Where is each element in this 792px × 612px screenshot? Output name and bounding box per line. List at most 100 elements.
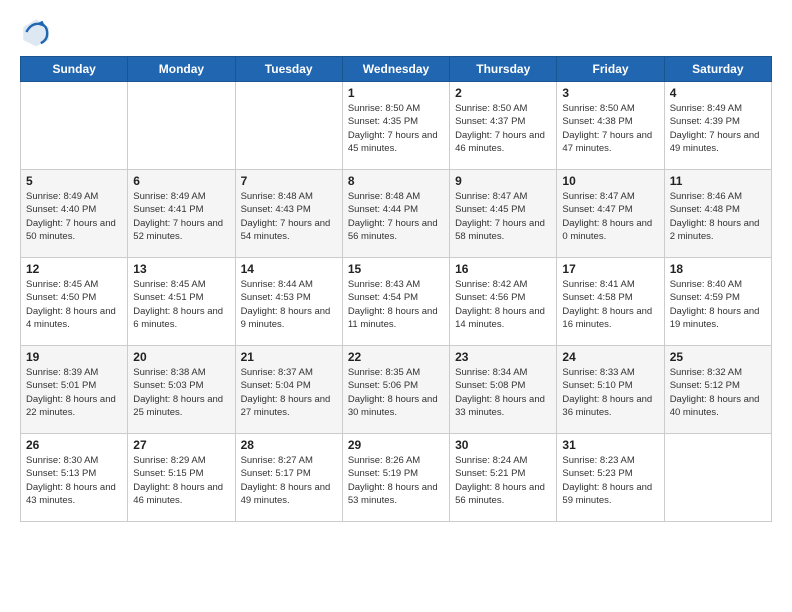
day-number: 8: [348, 174, 444, 188]
cell-text: Sunrise: 8:39 AM Sunset: 5:01 PM Dayligh…: [26, 366, 122, 419]
weekday-header-monday: Monday: [128, 57, 235, 82]
calendar-cell: 28 Sunrise: 8:27 AM Sunset: 5:17 PM Dayli…: [235, 434, 342, 522]
logo: [20, 16, 56, 48]
cell-text: Sunrise: 8:38 AM Sunset: 5:03 PM Dayligh…: [133, 366, 229, 419]
cell-text: Sunrise: 8:50 AM Sunset: 4:35 PM Dayligh…: [348, 102, 444, 155]
cell-text: Sunrise: 8:26 AM Sunset: 5:19 PM Dayligh…: [348, 454, 444, 507]
day-number: 25: [670, 350, 766, 364]
calendar-cell: 15 Sunrise: 8:43 AM Sunset: 4:54 PM Dayli…: [342, 258, 449, 346]
weekday-header-sunday: Sunday: [21, 57, 128, 82]
calendar-cell: 5 Sunrise: 8:49 AM Sunset: 4:40 PM Daylig…: [21, 170, 128, 258]
calendar-cell: 6Sunrise: 8:49 AM Sunset: 4:41 PM Daylig…: [128, 170, 235, 258]
calendar-cell: 25 Sunrise: 8:32 AM Sunset: 5:12 PM Dayli…: [664, 346, 771, 434]
day-number: 22: [348, 350, 444, 364]
calendar-cell: 21 Sunrise: 8:37 AM Sunset: 5:04 PM Dayli…: [235, 346, 342, 434]
calendar-cell: 27Sunrise: 8:29 AM Sunset: 5:15 PM Dayli…: [128, 434, 235, 522]
day-number: 13: [133, 262, 229, 276]
cell-text: Sunrise: 8:49 AM Sunset: 4:40 PM Dayligh…: [26, 190, 122, 243]
day-number: 20: [133, 350, 229, 364]
cell-text: Sunrise: 8:45 AM Sunset: 4:51 PM Dayligh…: [133, 278, 229, 331]
day-number: 28: [241, 438, 337, 452]
cell-text: Sunrise: 8:42 AM Sunset: 4:56 PM Dayligh…: [455, 278, 551, 331]
day-number: 1: [348, 86, 444, 100]
cell-text: Sunrise: 8:35 AM Sunset: 5:06 PM Dayligh…: [348, 366, 444, 419]
calendar-cell: 12Sunrise: 8:45 AM Sunset: 4:50 PM Dayli…: [21, 258, 128, 346]
calendar-table: SundayMondayTuesdayWednesdayThursdayFrid…: [20, 56, 772, 522]
cell-text: Sunrise: 8:46 AM Sunset: 4:48 PM Dayligh…: [670, 190, 766, 243]
calendar-cell: 18 Sunrise: 8:40 AM Sunset: 4:59 PM Dayli…: [664, 258, 771, 346]
day-number: 16: [455, 262, 551, 276]
weekday-header-thursday: Thursday: [450, 57, 557, 82]
cell-text: Sunrise: 8:40 AM Sunset: 4:59 PM Dayligh…: [670, 278, 766, 331]
calendar-cell: [235, 82, 342, 170]
weekday-header-friday: Friday: [557, 57, 664, 82]
cell-text: Sunrise: 8:47 AM Sunset: 4:45 PM Dayligh…: [455, 190, 551, 243]
day-number: 7: [241, 174, 337, 188]
calendar-cell: 20 Sunrise: 8:38 AM Sunset: 5:03 PM Dayli…: [128, 346, 235, 434]
day-number: 9: [455, 174, 551, 188]
cell-text: Sunrise: 8:47 AM Sunset: 4:47 PM Dayligh…: [562, 190, 658, 243]
cell-text: Sunrise: 8:24 AM Sunset: 5:21 PM Dayligh…: [455, 454, 551, 507]
day-number: 26: [26, 438, 122, 452]
calendar-cell: 31 Sunrise: 8:23 AM Sunset: 5:23 PM Dayli…: [557, 434, 664, 522]
day-number: 17: [562, 262, 658, 276]
day-number: 30: [455, 438, 551, 452]
cell-text: Sunrise: 8:50 AM Sunset: 4:37 PM Dayligh…: [455, 102, 551, 155]
calendar-cell: [21, 82, 128, 170]
cell-text: Sunrise: 8:33 AM Sunset: 5:10 PM Dayligh…: [562, 366, 658, 419]
day-number: 14: [241, 262, 337, 276]
calendar-week-0: 1 Sunrise: 8:50 AM Sunset: 4:35 PM Daylig…: [21, 82, 772, 170]
day-number: 12: [26, 262, 122, 276]
cell-text: Sunrise: 8:48 AM Sunset: 4:43 PM Dayligh…: [241, 190, 337, 243]
calendar-cell: 1 Sunrise: 8:50 AM Sunset: 4:35 PM Daylig…: [342, 82, 449, 170]
calendar-cell: 30 Sunrise: 8:24 AM Sunset: 5:21 PM Dayli…: [450, 434, 557, 522]
weekday-header-tuesday: Tuesday: [235, 57, 342, 82]
calendar-cell: 10Sunrise: 8:47 AM Sunset: 4:47 PM Dayli…: [557, 170, 664, 258]
cell-text: Sunrise: 8:48 AM Sunset: 4:44 PM Dayligh…: [348, 190, 444, 243]
day-number: 2: [455, 86, 551, 100]
calendar-cell: [128, 82, 235, 170]
cell-text: Sunrise: 8:32 AM Sunset: 5:12 PM Dayligh…: [670, 366, 766, 419]
day-number: 15: [348, 262, 444, 276]
calendar-cell: 24 Sunrise: 8:33 AM Sunset: 5:10 PM Dayli…: [557, 346, 664, 434]
cell-text: Sunrise: 8:50 AM Sunset: 4:38 PM Dayligh…: [562, 102, 658, 155]
logo-icon: [20, 16, 52, 48]
day-number: 27: [133, 438, 229, 452]
calendar-week-3: 19Sunrise: 8:39 AM Sunset: 5:01 PM Dayli…: [21, 346, 772, 434]
day-number: 18: [670, 262, 766, 276]
day-number: 31: [562, 438, 658, 452]
cell-text: Sunrise: 8:41 AM Sunset: 4:58 PM Dayligh…: [562, 278, 658, 331]
cell-text: Sunrise: 8:23 AM Sunset: 5:23 PM Dayligh…: [562, 454, 658, 507]
calendar-cell: 26 Sunrise: 8:30 AM Sunset: 5:13 PM Dayli…: [21, 434, 128, 522]
cell-text: Sunrise: 8:37 AM Sunset: 5:04 PM Dayligh…: [241, 366, 337, 419]
cell-text: Sunrise: 8:30 AM Sunset: 5:13 PM Dayligh…: [26, 454, 122, 507]
cell-text: Sunrise: 8:34 AM Sunset: 5:08 PM Dayligh…: [455, 366, 551, 419]
day-number: 5: [26, 174, 122, 188]
calendar-cell: 9 Sunrise: 8:47 AM Sunset: 4:45 PM Daylig…: [450, 170, 557, 258]
day-number: 23: [455, 350, 551, 364]
calendar-cell: 11Sunrise: 8:46 AM Sunset: 4:48 PM Dayli…: [664, 170, 771, 258]
calendar-cell: 2 Sunrise: 8:50 AM Sunset: 4:37 PM Daylig…: [450, 82, 557, 170]
cell-text: Sunrise: 8:27 AM Sunset: 5:17 PM Dayligh…: [241, 454, 337, 507]
calendar-cell: 4Sunrise: 8:49 AM Sunset: 4:39 PM Daylig…: [664, 82, 771, 170]
calendar-cell: 19Sunrise: 8:39 AM Sunset: 5:01 PM Dayli…: [21, 346, 128, 434]
calendar-cell: 16 Sunrise: 8:42 AM Sunset: 4:56 PM Dayli…: [450, 258, 557, 346]
weekday-header-saturday: Saturday: [664, 57, 771, 82]
cell-text: Sunrise: 8:43 AM Sunset: 4:54 PM Dayligh…: [348, 278, 444, 331]
day-number: 3: [562, 86, 658, 100]
calendar-week-4: 26 Sunrise: 8:30 AM Sunset: 5:13 PM Dayli…: [21, 434, 772, 522]
cell-text: Sunrise: 8:49 AM Sunset: 4:41 PM Dayligh…: [133, 190, 229, 243]
calendar-cell: 17 Sunrise: 8:41 AM Sunset: 4:58 PM Dayli…: [557, 258, 664, 346]
day-number: 24: [562, 350, 658, 364]
calendar-cell: 14Sunrise: 8:44 AM Sunset: 4:53 PM Dayli…: [235, 258, 342, 346]
calendar-cell: 8 Sunrise: 8:48 AM Sunset: 4:44 PM Daylig…: [342, 170, 449, 258]
day-number: 29: [348, 438, 444, 452]
calendar-cell: 23 Sunrise: 8:34 AM Sunset: 5:08 PM Dayli…: [450, 346, 557, 434]
page: SundayMondayTuesdayWednesdayThursdayFrid…: [0, 0, 792, 532]
day-number: 21: [241, 350, 337, 364]
calendar-cell: 3 Sunrise: 8:50 AM Sunset: 4:38 PM Daylig…: [557, 82, 664, 170]
calendar-cell: 13 Sunrise: 8:45 AM Sunset: 4:51 PM Dayli…: [128, 258, 235, 346]
calendar-week-2: 12Sunrise: 8:45 AM Sunset: 4:50 PM Dayli…: [21, 258, 772, 346]
calendar-week-1: 5 Sunrise: 8:49 AM Sunset: 4:40 PM Daylig…: [21, 170, 772, 258]
calendar-cell: 22 Sunrise: 8:35 AM Sunset: 5:06 PM Dayli…: [342, 346, 449, 434]
